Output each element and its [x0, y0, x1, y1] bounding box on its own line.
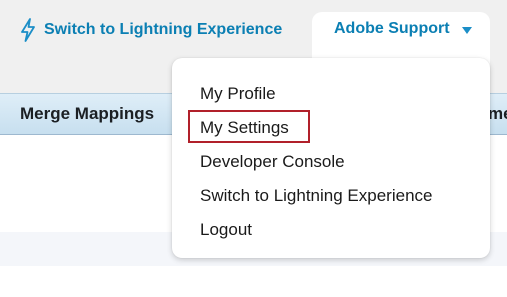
- lightning-bolt-icon: [20, 18, 36, 42]
- menu-item-switch-to-lightning[interactable]: Switch to Lightning Experience: [200, 186, 432, 206]
- menu-item-my-profile[interactable]: My Profile: [200, 84, 276, 104]
- menu-item-developer-console[interactable]: Developer Console: [200, 152, 345, 172]
- switch-to-lightning-link[interactable]: Switch to Lightning Experience: [20, 17, 282, 43]
- user-menu-button[interactable]: Adobe Support: [334, 20, 472, 38]
- user-dropdown-menu: My Profile My Settings Developer Console…: [172, 58, 490, 258]
- tab-partial[interactable]: me: [488, 104, 507, 124]
- user-name: Adobe Support: [334, 20, 450, 37]
- chevron-down-icon: [461, 26, 472, 34]
- lightning-link-label: Switch to Lightning Experience: [44, 21, 283, 38]
- menu-item-my-settings[interactable]: My Settings: [200, 118, 289, 138]
- menu-item-logout[interactable]: Logout: [200, 220, 252, 240]
- tab-merge-mappings[interactable]: Merge Mappings: [20, 104, 154, 124]
